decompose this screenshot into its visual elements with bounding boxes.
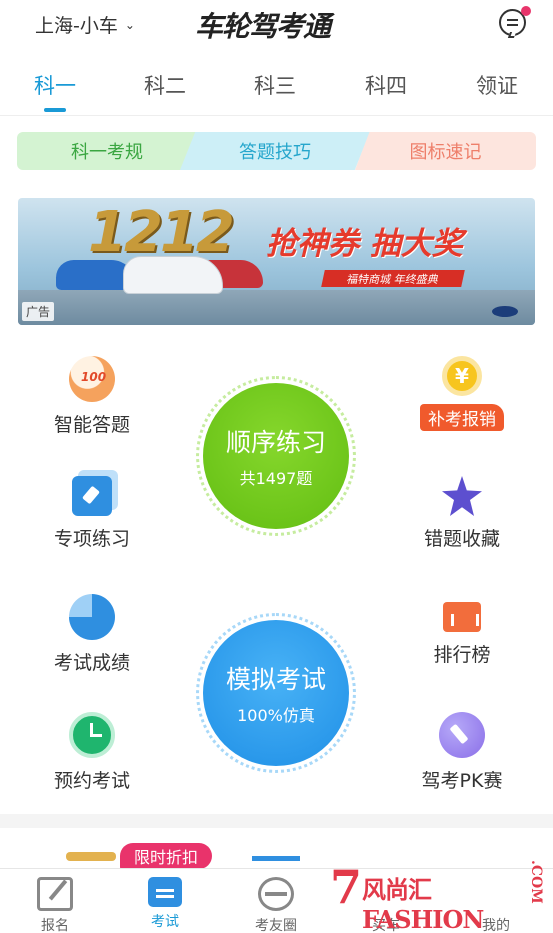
pk-contest-label: 驾考PK赛 <box>421 770 503 792</box>
brand-logo: 车轮驾考通 <box>195 10 331 43</box>
ad-subbanner: 福特商城 年终盛典 <box>321 270 465 287</box>
smart-answer-label: 智能答题 <box>53 414 130 436</box>
mock-subtitle: 100%仿真 <box>237 706 315 725</box>
mock-title: 模拟考试 <box>225 665 326 694</box>
pk-icon <box>439 712 485 758</box>
tab-signup-label: 报名 <box>41 918 69 933</box>
exam-results-label: 考试成绩 <box>53 652 130 674</box>
tab-signup[interactable]: 报名 <box>15 877 95 933</box>
wrong-collection-button[interactable]: 错题收藏 <box>392 476 532 551</box>
tab-community[interactable]: 考友圈 <box>236 877 316 933</box>
topic-practice-label: 专项练习 <box>53 528 130 550</box>
steering-wheel-icon <box>258 877 294 911</box>
sequential-practice-button[interactable]: 顺序练习 共1497题 <box>203 383 349 529</box>
topic-practice-button[interactable]: 专项练习 <box>22 476 162 551</box>
tab-exam[interactable]: 考试 <box>125 877 205 931</box>
tab-exam-label: 考试 <box>151 914 179 930</box>
ad-banner[interactable]: 1212 抢神券 抽大奖 福特商城 年终盛典 广告 <box>18 198 535 325</box>
message-icon[interactable] <box>499 6 531 38</box>
exam-icon <box>148 877 182 907</box>
tab-license[interactable]: 领证 <box>467 70 527 100</box>
tab-ke2[interactable]: 科二 <box>135 70 195 100</box>
user-icon <box>478 877 514 911</box>
leaderboard-icon <box>443 602 481 632</box>
tab-community-label: 考友圈 <box>255 918 297 933</box>
yen-coin-icon: ¥ <box>442 356 482 396</box>
city-label: 上海-小车 <box>35 15 118 37</box>
exam-results-button[interactable]: 考试成绩 <box>22 594 162 675</box>
calendar-icon <box>252 856 300 868</box>
reimburse-button[interactable]: ¥ 补考报销 <box>392 356 532 431</box>
smart-answer-button[interactable]: 智能答题 <box>22 356 162 437</box>
clock-icon <box>69 712 115 758</box>
tab-mine-label: 我的 <box>482 918 510 933</box>
leaderboard-button[interactable]: 排行榜 <box>392 594 532 667</box>
city-selector[interactable]: 上海-小车 ⌄ <box>35 11 135 38</box>
signs-chip[interactable]: 图标速记 <box>355 132 536 170</box>
tips-chip[interactable]: 答题技巧 <box>180 132 370 170</box>
tab-ke1[interactable]: 科一 <box>25 70 85 100</box>
star-icon <box>442 476 482 516</box>
promo-item-icon <box>66 852 116 861</box>
watermark-logo: 7 风尚汇 FASHION .COM <box>330 860 544 933</box>
tab-ke4[interactable]: 科四 <box>356 70 416 100</box>
leaderboard-label: 排行榜 <box>433 644 491 666</box>
rules-chip[interactable]: 科一考规 <box>17 132 197 170</box>
book-exam-button[interactable]: 预约考试 <box>22 712 162 793</box>
ford-logo <box>492 306 518 317</box>
mock-exam-button[interactable]: 模拟考试 100%仿真 <box>203 620 349 766</box>
app-screen: 上海-小车 ⌄ 车轮驾考通 科一 科二 科三 科四 领证 科一考规 答题技巧 图… <box>0 0 553 933</box>
tab-ke3[interactable]: 科三 <box>245 70 305 100</box>
reimburse-label: 补考报销 <box>420 404 504 431</box>
pie-chart-icon <box>69 594 115 640</box>
score-100-icon <box>69 356 115 402</box>
car-image <box>123 256 223 294</box>
top-header: 上海-小车 ⌄ 车轮驾考通 <box>0 0 553 50</box>
wrong-collection-label: 错题收藏 <box>423 528 500 550</box>
subject-tabs: 科一 科二 科三 科四 领证 <box>0 62 553 116</box>
ad-tag: 广告 <box>22 302 55 321</box>
sequential-count: 共1497题 <box>239 469 313 488</box>
chevron-down-icon: ⌄ <box>124 17 135 32</box>
book-exam-label: 预约考试 <box>53 770 130 792</box>
discount-badge[interactable]: 限时折扣 <box>120 843 213 869</box>
pin-icon <box>72 476 112 516</box>
edit-icon <box>37 877 73 911</box>
sequential-title: 顺序练习 <box>225 428 326 457</box>
ad-slogan: 抢神券 抽大奖 <box>266 226 463 262</box>
active-tab-indicator <box>44 108 66 112</box>
pk-contest-button[interactable]: 驾考PK赛 <box>392 712 532 793</box>
notification-dot <box>521 6 531 16</box>
